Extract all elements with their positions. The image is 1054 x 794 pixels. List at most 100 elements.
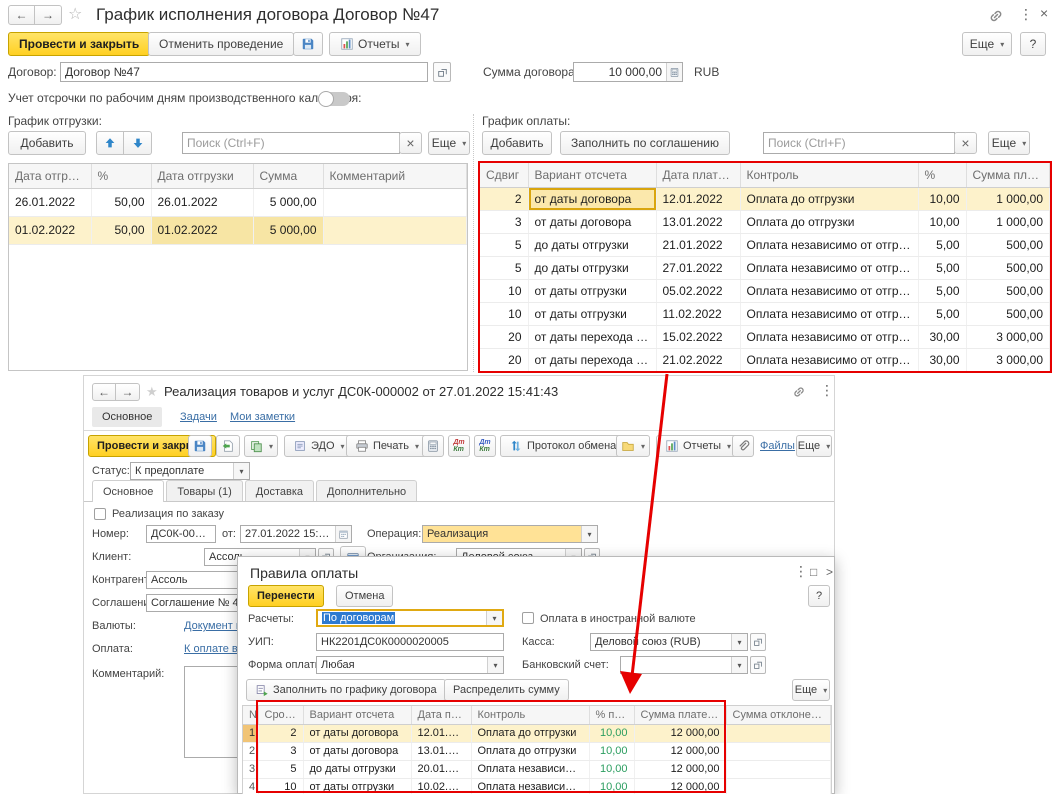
exchange-protocol-button[interactable]: Протокол обмена — [500, 435, 626, 457]
table-cell[interactable]: 10,00 — [589, 742, 635, 761]
table-cell[interactable]: 13.01.2022 — [656, 210, 741, 234]
table-cell[interactable]: 05.02.2022 — [656, 279, 741, 303]
table-cell[interactable]: 12 000,00 — [634, 760, 727, 779]
table-cell[interactable]: 10,00 — [918, 210, 967, 234]
settlements-select[interactable]: По договорам — [316, 609, 504, 627]
shipment-search-input[interactable] — [182, 132, 400, 154]
table-cell[interactable]: от даты договора — [528, 187, 657, 211]
favorite-star-icon[interactable] — [68, 4, 82, 24]
table-cell[interactable]: 2 — [480, 187, 529, 211]
reminders-button[interactable] — [616, 435, 650, 457]
table-cell[interactable]: 5 — [480, 256, 529, 280]
table-cell[interactable]: 12.01.2022 — [411, 724, 472, 743]
tab-main[interactable]: Основное — [92, 480, 165, 502]
cancel-posting-button[interactable]: Отменить проведение — [148, 32, 295, 56]
table-cell[interactable]: 3 — [258, 742, 304, 761]
kebab-menu-icon[interactable] — [1019, 6, 1033, 24]
column-header[interactable]: % — [91, 164, 152, 189]
post-document-button[interactable] — [216, 435, 240, 457]
files-link[interactable]: Файлы — [760, 440, 795, 452]
column-header[interactable]: Срок (дн) — [258, 706, 304, 725]
table-row[interactable]: 26.01.2022 50,00 26.01.2022 5 000,00 — [9, 188, 467, 217]
table-cell[interactable]: 50,00 — [91, 216, 152, 245]
table-row[interactable]: 20 от даты перехода … 21.02.2022 Оплата нез… — [480, 348, 1050, 372]
table-row[interactable]: 10 от даты отгрузки 11.02.2022 Оплата незав… — [480, 302, 1050, 326]
table-cell[interactable]: 13.01.2022 — [411, 742, 472, 761]
move-up-button[interactable] — [96, 131, 124, 155]
kebab-menu-icon[interactable] — [794, 563, 808, 581]
table-cell[interactable]: 21.01.2022 — [656, 233, 741, 257]
contract-field[interactable]: Договор №47 — [60, 62, 428, 82]
table-cell[interactable]: 3 000,00 — [966, 325, 1050, 349]
more-button[interactable]: Еще — [962, 32, 1012, 56]
column-header[interactable]: Сумма — [253, 164, 324, 189]
chevron-down-icon[interactable] — [233, 463, 249, 479]
table-row[interactable]: 20 от даты перехода … 15.02.2022 Оплата нез… — [480, 325, 1050, 349]
payment-form-select[interactable]: Любая — [316, 656, 504, 674]
reports-button[interactable]: Отчеты — [329, 32, 421, 56]
table-cell[interactable]: 5,00 — [918, 302, 967, 326]
table-cell[interactable]: 12.01.2022 — [656, 187, 741, 211]
table-cell[interactable]: 12 000,00 — [634, 778, 727, 794]
table-cell[interactable]: 10,00 — [589, 724, 635, 743]
table-more-button[interactable]: Еще — [792, 679, 830, 701]
table-cell[interactable]: Оплата независимо от отгр… — [471, 778, 590, 794]
payment-search-input[interactable] — [763, 132, 955, 154]
maximize-icon[interactable] — [810, 563, 817, 581]
post-and-close-button[interactable]: Провести и закрыть — [8, 32, 151, 56]
column-header[interactable]: Сумма отклонения — [726, 706, 831, 725]
cancel-button[interactable]: Отмена — [336, 585, 394, 607]
table-cell[interactable]: 2 — [258, 724, 304, 743]
table-cell[interactable]: Оплата независимо от отгру… — [740, 302, 919, 326]
table-cell[interactable]: от даты отгрузки — [528, 302, 657, 326]
tab-goods[interactable]: Товары (1) — [166, 480, 243, 502]
tab-delivery[interactable]: Доставка — [244, 480, 314, 502]
help-button[interactable]: ? — [1020, 32, 1046, 56]
shipment-add-button[interactable]: Добавить — [8, 131, 86, 155]
table-cell[interactable]: до даты отгрузки — [528, 256, 657, 280]
by-order-checkbox[interactable] — [94, 508, 106, 520]
status-select[interactable]: К предоплате — [130, 462, 250, 480]
cash-select[interactable]: Деловой союз (RUB) — [590, 633, 748, 651]
table-row[interactable]: 2 3 от даты договора 13.01.2022 Оплата до от… — [243, 742, 831, 761]
table-cell[interactable]: до даты отгрузки — [528, 233, 657, 257]
table-row[interactable]: 5 до даты отгрузки 21.01.2022 Оплата незави… — [480, 233, 1050, 257]
table-cell[interactable]: 20.01.2022 — [411, 760, 472, 779]
table-cell[interactable]: 5,00 — [918, 279, 967, 303]
table-cell[interactable]: до даты отгрузки — [303, 760, 412, 779]
table-cell[interactable]: от даты отгрузки — [528, 279, 657, 303]
chevron-down-icon[interactable] — [581, 526, 597, 542]
table-cell[interactable]: 20 — [480, 348, 529, 372]
table-cell[interactable]: от даты договора — [303, 742, 412, 761]
table-cell[interactable]: 1 000,00 — [966, 187, 1050, 211]
table-cell[interactable]: 3 — [480, 210, 529, 234]
save-button[interactable] — [188, 435, 212, 457]
edo-button[interactable]: ЭДО — [284, 435, 354, 457]
table-row[interactable]: 4 10 от даты отгрузки 10.02.2022 Оплата неза… — [243, 778, 831, 794]
fill-by-schedule-button[interactable]: Заполнить по графику договора — [246, 679, 446, 701]
table-cell[interactable]: 10 — [258, 778, 304, 794]
table-cell[interactable]: 12 000,00 — [634, 724, 727, 743]
uip-field[interactable]: НК2201ДС0К0000020005 — [316, 633, 504, 651]
table-row[interactable]: 01.02.2022 50,00 01.02.2022 5 000,00 — [9, 216, 467, 245]
table-cell[interactable]: 1 000,00 — [966, 210, 1050, 234]
table-cell[interactable]: 20 — [480, 325, 529, 349]
table-row[interactable]: 10 от даты отгрузки 05.02.2022 Оплата незав… — [480, 279, 1050, 303]
distribute-amount-button[interactable]: Распределить сумму — [444, 679, 569, 701]
table-cell[interactable]: 5,00 — [918, 233, 967, 257]
table-row[interactable]: 5 до даты отгрузки 27.01.2022 Оплата незави… — [480, 256, 1050, 280]
table-cell[interactable]: 10,00 — [918, 187, 967, 211]
chevron-down-icon[interactable] — [731, 634, 747, 650]
table-cell[interactable]: 50,00 — [91, 188, 152, 217]
open-cash-button[interactable] — [750, 633, 766, 651]
accounting-movements-button[interactable] — [474, 435, 496, 457]
table-cell[interactable]: 10 — [480, 302, 529, 326]
table-row[interactable]: 3 5 до даты отгрузки 20.01.2022 Оплата незав… — [243, 760, 831, 779]
table-cell[interactable]: Оплата независимо от отгр… — [471, 760, 590, 779]
table-cell[interactable]: от даты перехода … — [528, 348, 657, 372]
column-header[interactable]: Дата отгрузки — [9, 164, 92, 189]
table-cell[interactable]: 30,00 — [918, 325, 967, 349]
column-header[interactable]: Комментарий — [323, 164, 467, 189]
table-cell[interactable]: Оплата независимо от отгру… — [740, 279, 919, 303]
table-cell[interactable] — [323, 216, 467, 245]
